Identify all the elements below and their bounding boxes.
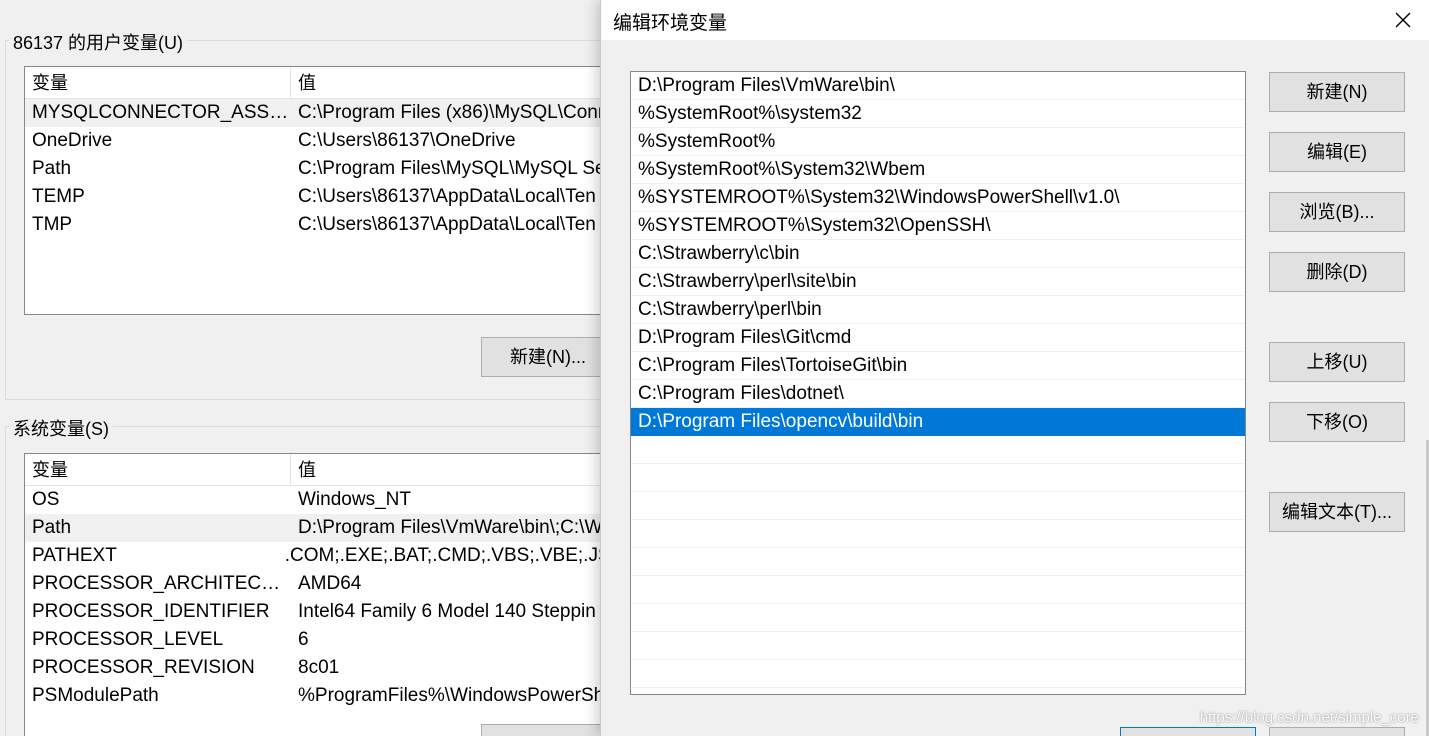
sys-var-row[interactable]: OS Windows_NT — [25, 486, 613, 514]
var-value: D:\Program Files\VmWare\bin\;C:\W — [298, 517, 603, 538]
empty-row[interactable] — [631, 604, 1245, 632]
var-name: PROCESSOR_LEVEL — [32, 629, 224, 650]
edit-text-button[interactable]: 编辑文本(T)... — [1269, 492, 1405, 532]
var-name: TMP — [32, 214, 73, 235]
user-vars-label: 86137 的用户变量(U) — [9, 29, 188, 55]
path-entry[interactable]: C:\Strawberry\c\bin — [631, 240, 1245, 268]
var-value: C:\Users\86137\AppData\Local\Ten — [298, 186, 596, 207]
sys-var-row[interactable]: PROCESSOR_LEVEL 6 — [25, 626, 613, 654]
path-entry[interactable]: C:\Program Files\dotnet\ — [631, 380, 1245, 408]
var-value: 6 — [298, 629, 309, 650]
column-header-value[interactable]: 值 — [291, 454, 316, 485]
sys-var-row[interactable]: PSModulePath %ProgramFiles%\WindowsPower… — [25, 682, 613, 710]
var-value: .COM;.EXE;.BAT;.CMD;.VBS;.VBE;.JS;.J — [284, 545, 613, 566]
watermark: https://blog.csdn.net/simple_core — [1199, 709, 1419, 726]
path-entries-list[interactable]: D:\Program Files\VmWare\bin\ %SystemRoot… — [630, 71, 1246, 695]
sys-vars-header: 变量 值 — [25, 454, 613, 486]
var-name: Path — [32, 158, 72, 179]
empty-row[interactable] — [631, 492, 1245, 520]
var-name: MYSQLCONNECTOR_ASSE... — [32, 102, 291, 123]
var-value: Windows_NT — [298, 489, 411, 510]
sys-var-row[interactable]: PATHEXT .COM;.EXE;.BAT;.CMD;.VBS;.VBE;.J… — [25, 542, 613, 570]
path-entry[interactable]: D:\Program Files\VmWare\bin\ — [631, 72, 1245, 100]
path-entry[interactable]: %SYSTEMROOT%\System32\WindowsPowerShell\… — [631, 184, 1245, 212]
sys-vars-label: 系统变量(S) — [9, 415, 113, 441]
path-entry[interactable]: %SystemRoot% — [631, 128, 1245, 156]
path-entry[interactable]: C:\Strawberry\perl\site\bin — [631, 268, 1245, 296]
user-new-button[interactable]: 新建(N)... — [481, 337, 615, 377]
user-vars-header: 变量 值 — [25, 67, 613, 99]
new-path-button[interactable]: 新建(N) — [1269, 72, 1405, 112]
path-entry-selected[interactable]: D:\Program Files\opencv\build\bin — [631, 408, 1245, 436]
sys-var-row[interactable]: Path D:\Program Files\VmWare\bin\;C:\W — [25, 514, 613, 542]
user-var-row[interactable]: Path C:\Program Files\MySQL\MySQL Se — [25, 155, 613, 183]
path-entry[interactable]: D:\Program Files\Git\cmd — [631, 324, 1245, 352]
user-var-row[interactable]: TEMP C:\Users\86137\AppData\Local\Ten — [25, 183, 613, 211]
move-up-button[interactable]: 上移(U) — [1269, 342, 1405, 382]
user-var-row[interactable]: OneDrive C:\Users\86137\OneDrive — [25, 127, 613, 155]
column-header-variable[interactable]: 变量 — [25, 67, 291, 98]
var-value: 8c01 — [298, 657, 340, 678]
path-entry[interactable]: C:\Strawberry\perl\bin — [631, 296, 1245, 324]
browse-button[interactable]: 浏览(B)... — [1269, 192, 1405, 232]
var-value: C:\Program Files (x86)\MySQL\Conn — [298, 102, 609, 123]
column-header-variable[interactable]: 变量 — [25, 454, 291, 485]
user-var-row[interactable]: MYSQLCONNECTOR_ASSE... C:\Program Files … — [25, 99, 613, 127]
empty-row[interactable] — [631, 548, 1245, 576]
var-name: OS — [32, 489, 60, 510]
dialog-title: 编辑环境变量 — [613, 13, 728, 34]
path-entry[interactable]: %SYSTEMROOT%\System32\OpenSSH\ — [631, 212, 1245, 240]
column-header-value[interactable]: 值 — [291, 67, 316, 98]
var-value: AMD64 — [298, 573, 362, 594]
path-entry[interactable]: %SystemRoot%\System32\Wbem — [631, 156, 1245, 184]
var-value: C:\Users\86137\AppData\Local\Ten — [298, 214, 596, 235]
var-value: C:\Users\86137\OneDrive — [298, 130, 516, 151]
var-value: Intel64 Family 6 Model 140 Steppin — [298, 601, 596, 622]
user-var-row[interactable]: TMP C:\Users\86137\AppData\Local\Ten — [25, 211, 613, 239]
dialog-titlebar[interactable]: 编辑环境变量 — [601, 0, 1429, 40]
path-entry[interactable]: C:\Program Files\TortoiseGit\bin — [631, 352, 1245, 380]
delete-button[interactable]: 删除(D) — [1269, 252, 1405, 292]
empty-row[interactable] — [631, 436, 1245, 464]
var-name: OneDrive — [32, 130, 113, 151]
user-vars-list[interactable]: 变量 值 MYSQLCONNECTOR_ASSE... C:\Program F… — [24, 66, 614, 315]
close-button[interactable] — [1376, 0, 1429, 40]
var-name: Path — [32, 517, 72, 538]
sys-var-row[interactable]: PROCESSOR_ARCHITECTURE AMD64 — [25, 570, 613, 598]
var-name: PSModulePath — [32, 685, 159, 706]
edit-path-button[interactable]: 编辑(E) — [1269, 132, 1405, 172]
empty-row[interactable] — [631, 520, 1245, 548]
cancel-button[interactable] — [1269, 727, 1405, 736]
edit-env-var-dialog: 编辑环境变量 D:\Program Files\VmWare\bin\ %Sys… — [600, 0, 1429, 736]
var-name: PROCESSOR_REVISION — [32, 657, 255, 678]
var-name: TEMP — [32, 186, 85, 207]
var-name: PROCESSOR_IDENTIFIER — [32, 601, 270, 622]
var-name: PATHEXT — [32, 545, 117, 566]
empty-row[interactable] — [631, 632, 1245, 660]
sys-var-row[interactable]: PROCESSOR_IDENTIFIER Intel64 Family 6 Mo… — [25, 598, 613, 626]
sys-vars-list[interactable]: 变量 值 OS Windows_NT Path D:\Program Files… — [24, 453, 614, 736]
var-value: %ProgramFiles%\WindowsPowerSh — [298, 685, 605, 706]
sys-var-row[interactable]: PROCESSOR_REVISION 8c01 — [25, 654, 613, 682]
empty-row[interactable] — [631, 576, 1245, 604]
sys-new-button[interactable] — [481, 724, 615, 736]
close-icon — [1395, 12, 1411, 28]
empty-row[interactable] — [631, 660, 1245, 688]
empty-row[interactable] — [631, 464, 1245, 492]
var-value: C:\Program Files\MySQL\MySQL Se — [298, 158, 606, 179]
ok-button[interactable] — [1120, 727, 1256, 736]
var-name: PROCESSOR_ARCHITECTURE — [32, 573, 291, 594]
move-down-button[interactable]: 下移(O) — [1269, 402, 1405, 442]
path-entry[interactable]: %SystemRoot%\system32 — [631, 100, 1245, 128]
